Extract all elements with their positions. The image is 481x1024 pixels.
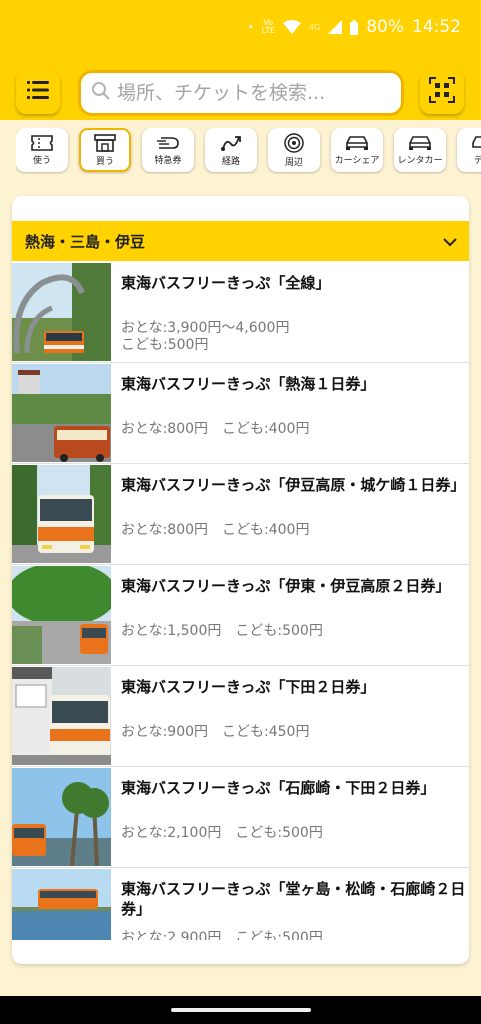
- category-label: カーシェア: [334, 155, 380, 166]
- ticket-item[interactable]: 東海バスフリーきっぷ「伊豆高原・城ケ崎１日券」 おとな:800円 こども:400…: [12, 464, 469, 565]
- category-tabs: 使う 買う 特急券 経路 周辺 カーシェア レンタカー デマ: [16, 128, 481, 174]
- ticket-title: 東海バスフリーきっぷ「伊東・伊豆高原２日券」: [121, 577, 451, 595]
- ticket-title: 東海バスフリーきっぷ「石廊崎・下田２日券」: [121, 779, 436, 797]
- chevron-down-icon: [443, 232, 457, 251]
- clock: 14:52: [412, 17, 461, 37]
- ticket-price: おとな:2,900円 こども:500円: [121, 930, 323, 940]
- ticket-title: 東海バスフリーきっぷ「伊豆高原・城ケ崎１日券」: [121, 476, 466, 494]
- ticket-item[interactable]: 東海バスフリーきっぷ「伊東・伊豆高原２日券」 おとな:1,500円 こども:50…: [12, 565, 469, 666]
- ticket-item[interactable]: 東海バスフリーきっぷ「堂ヶ島・松崎・石廊崎２日券」 おとな:2,900円 こども…: [12, 868, 469, 940]
- ticket-price: おとな:2,100円 こども:500円: [121, 825, 323, 841]
- category-route[interactable]: 経路: [205, 128, 257, 172]
- ticket-thumbnail: [12, 364, 111, 462]
- ticket-thumbnail: [12, 566, 111, 664]
- menu-icon: [27, 80, 49, 104]
- ticket-price: おとな:3,900円〜4,600円 こども:500円: [121, 320, 290, 353]
- ticket-thumbnail: [12, 667, 111, 765]
- ticket-title: 東海バスフリーきっぷ「下田２日券」: [121, 678, 376, 696]
- menu-button[interactable]: [16, 70, 60, 114]
- category-label: レンタカー: [397, 155, 443, 166]
- search-icon: [91, 81, 111, 105]
- car-share-icon: [345, 135, 369, 151]
- network-type: 4G: [308, 22, 321, 32]
- category-label: 周辺: [284, 157, 303, 168]
- category-label: 経路: [221, 156, 240, 167]
- ticket-price: おとな:1,500円 こども:500円: [121, 623, 323, 639]
- status-bar: • Vo LTE 4G 80% 14:52: [0, 0, 481, 54]
- qr-scan-button[interactable]: [420, 70, 464, 114]
- qr-code-icon: [429, 77, 455, 107]
- category-rental-car[interactable]: レンタカー: [394, 128, 446, 172]
- region-title: 熱海・三島・伊豆: [25, 232, 146, 251]
- category-label: 使う: [32, 155, 51, 166]
- ticket-item[interactable]: 東海バスフリーきっぷ「石廊崎・下田２日券」 おとな:2,100円 こども:500…: [12, 767, 469, 868]
- ticket-thumbnail: [12, 869, 111, 940]
- ticket-item[interactable]: 東海バスフリーきっぷ「全線」 おとな:3,900円〜4,600円 こども:500…: [12, 262, 469, 363]
- ticket-item[interactable]: 東海バスフリーきっぷ「下田２日券」 おとな:900円 こども:450円: [12, 666, 469, 767]
- wifi-icon: [282, 20, 301, 34]
- home-gesture-handle[interactable]: [170, 1008, 311, 1012]
- category-nearby[interactable]: 周辺: [268, 128, 320, 172]
- ticket-thumbnail: [12, 263, 111, 361]
- ticket-list-card: 熱海・三島・伊豆 東海バスフリーきっぷ「全線」 おとな:3,900円〜4,600…: [12, 196, 469, 964]
- express-ticket-icon: [157, 135, 179, 151]
- notification-dot: •: [247, 21, 254, 33]
- rental-car-icon: [408, 135, 432, 151]
- ticket-icon: [31, 134, 53, 151]
- ticket-title: 東海バスフリーきっぷ「熱海１日券」: [121, 375, 376, 393]
- category-label: 特急券: [154, 155, 182, 166]
- ticket-thumbnail: [12, 465, 111, 563]
- region-header[interactable]: 熱海・三島・伊豆: [12, 221, 469, 261]
- search-input[interactable]: [117, 82, 367, 104]
- battery-level: 80%: [366, 17, 404, 37]
- ticket-price: おとな:800円 こども:400円: [121, 421, 310, 437]
- category-label: デマ: [473, 155, 481, 166]
- category-express-ticket[interactable]: 特急券: [142, 128, 194, 172]
- route-icon: [220, 134, 242, 152]
- system-navigation-bar: [0, 996, 481, 1024]
- nearby-icon: [283, 132, 305, 153]
- ticket-title: 東海バスフリーきっぷ「堂ヶ島・松崎・石廊崎２日券」: [121, 880, 466, 918]
- ticket-price: おとな:800円 こども:400円: [121, 522, 310, 538]
- category-label: 買う: [95, 156, 114, 167]
- category-use[interactable]: 使う: [16, 128, 68, 172]
- category-buy[interactable]: 買う: [79, 128, 131, 172]
- shop-icon: [94, 133, 116, 152]
- battery-icon: [350, 19, 359, 35]
- ticket-list: 東海バスフリーきっぷ「全線」 おとな:3,900円〜4,600円 こども:500…: [12, 262, 469, 940]
- demand-icon: [471, 135, 481, 151]
- signal-icon: [328, 20, 343, 34]
- ticket-price: おとな:900円 こども:450円: [121, 724, 310, 740]
- ticket-title: 東海バスフリーきっぷ「全線」: [121, 274, 331, 292]
- ticket-thumbnail: [12, 768, 111, 866]
- category-demand[interactable]: デマ: [457, 128, 481, 172]
- search-box[interactable]: [78, 70, 404, 116]
- ticket-item[interactable]: 東海バスフリーきっぷ「熱海１日券」 おとな:800円 こども:400円: [12, 363, 469, 464]
- volte-indicator: Vo LTE: [261, 18, 275, 35]
- category-car-share[interactable]: カーシェア: [331, 128, 383, 172]
